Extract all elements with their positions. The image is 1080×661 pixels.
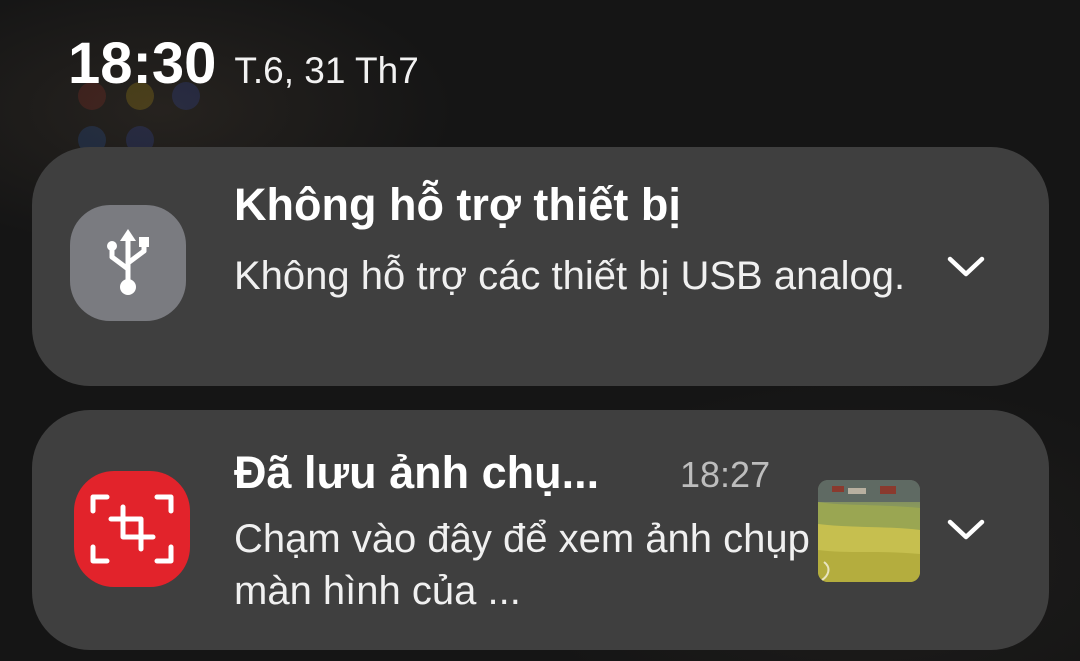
clock-time: 18:30: [68, 31, 217, 96]
clock-date: T.6, 31 Th7: [234, 50, 419, 91]
usb-icon: [70, 205, 186, 321]
notification-usb-unsupported[interactable]: Không hỗ trợ thiết bị Không hỗ trợ các t…: [32, 147, 1049, 386]
notification-title: Không hỗ trợ thiết bị: [234, 179, 681, 230]
expand-chevron-icon[interactable]: [943, 244, 989, 290]
notification-timestamp: 18:27: [680, 454, 771, 495]
expand-chevron-icon[interactable]: [943, 507, 989, 553]
screenshot-icon: [74, 471, 190, 587]
notification-title: Đã lưu ảnh chụ...: [234, 447, 600, 498]
notification-screenshot-saved[interactable]: Đã lưu ảnh chụ... 18:27 Chạm vào đây để …: [32, 410, 1049, 650]
status-bar: 18:30 T.6, 31 Th7: [68, 30, 419, 100]
notification-body: Chạm vào đây để xem ảnh chụp màn hình củ…: [234, 517, 810, 613]
screenshot-thumbnail[interactable]: [818, 480, 920, 582]
notification-body: Không hỗ trợ các thiết bị USB analog.: [234, 254, 906, 298]
